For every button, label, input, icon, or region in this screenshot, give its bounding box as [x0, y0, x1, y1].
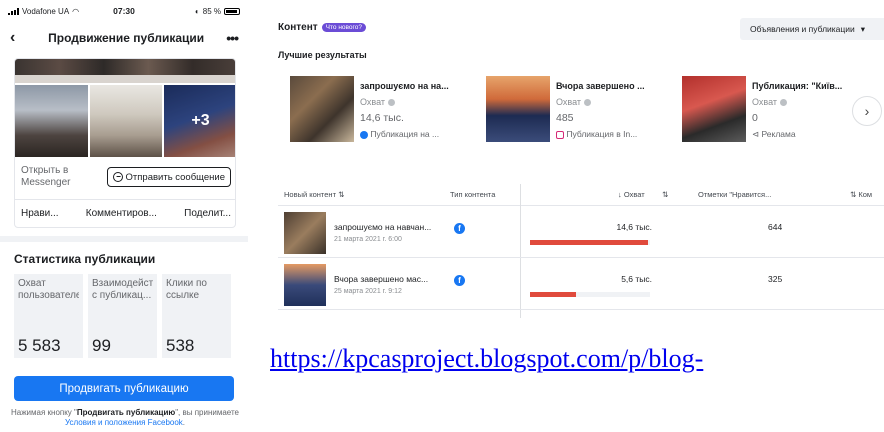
phone-header: ‹ Продвижение публикации •••: [0, 24, 248, 52]
facebook-icon: f: [454, 223, 465, 234]
terms-link[interactable]: Условия и положения Facebook: [65, 418, 183, 427]
col-reach-sort-icon[interactable]: ⇅: [662, 190, 668, 199]
instagram-icon: [556, 130, 564, 139]
facebook-icon: f: [454, 275, 465, 286]
mobile-promote-screen: Vodafone UA ◠ 07:30 ◐ 85 % ‹ Продвижение…: [0, 0, 248, 432]
best-result-source: Реклама: [761, 129, 796, 139]
info-icon: [779, 99, 787, 107]
terms-button-name: Продвигать публикацию: [76, 408, 176, 417]
row-thumbnail: [284, 264, 326, 306]
metric-label: Охват: [752, 97, 778, 107]
whats-new-badge[interactable]: Что нового?: [321, 23, 366, 32]
caret-down-icon: ▾: [860, 23, 866, 34]
dashboard-header: Контент Что нового?: [278, 22, 366, 33]
stat-link-clicks: Клики по ссылке 538: [162, 274, 231, 358]
row-title[interactable]: запрошуємо на навчан...: [334, 222, 444, 232]
best-result-title: Вчора завершено ...: [556, 81, 645, 91]
more-options-icon[interactable]: •••: [226, 30, 239, 46]
best-result-card[interactable]: Вчора завершено ... Охват 485 Публикация…: [476, 76, 656, 144]
stat-engagement: Взаимодействия с публикац... 99: [88, 274, 157, 358]
more-photos-count[interactable]: +3: [164, 85, 235, 157]
post-photo-thumb-2[interactable]: [90, 85, 162, 157]
metric-label: Охват: [360, 97, 386, 107]
best-result-image: [682, 76, 746, 142]
reach-bar-fill: [530, 240, 648, 245]
best-result-image: [486, 76, 550, 142]
table-row[interactable]: запрошуємо на навчан... 21 марта 2021 г.…: [278, 208, 884, 258]
row-date: 25 марта 2021 г. 9:12: [334, 288, 402, 295]
metric-label: Охват: [556, 97, 582, 107]
col-content-type[interactable]: Тип контента: [450, 190, 495, 199]
row-likes: 644: [768, 222, 783, 232]
blog-url-link[interactable]: https://kpcasproject.blogspot.com/p/blog…: [270, 344, 884, 374]
best-result-source: Публикация в In...: [566, 129, 638, 139]
messenger-row: Открыть в Messenger Отправить сообщение: [15, 159, 235, 195]
megaphone-icon: ⊲: [752, 129, 760, 139]
back-arrow-icon[interactable]: ‹: [10, 29, 26, 47]
row-thumbnail: [284, 212, 326, 254]
best-result-value: 14,6 тыс.: [360, 112, 404, 124]
row-date: 21 марта 2021 г. 6:00: [334, 236, 402, 243]
best-result-title: Публикация: "Київ...: [752, 81, 843, 91]
reach-bar-track: [530, 292, 650, 297]
reach-bar-fill: [530, 292, 576, 297]
content-table-header: Новый контент ⇅ Тип контента ↓ Охват ⇅ О…: [278, 184, 884, 206]
chevron-right-icon: ›: [864, 103, 870, 119]
next-results-button[interactable]: ›: [852, 96, 882, 126]
status-time: 07:30: [113, 6, 135, 16]
stat-label: Охват пользователей: [18, 278, 79, 301]
best-result-image: [290, 76, 354, 142]
content-dashboard: Контент Что нового? Объявления и публика…: [270, 0, 884, 318]
page-title: Продвижение публикации: [48, 31, 205, 45]
info-icon: [583, 99, 591, 107]
best-result-value: 0: [752, 112, 758, 124]
row-reach: 14,6 тыс.: [616, 222, 652, 232]
best-results-label: Лучшие результаты: [278, 50, 367, 60]
status-bar: Vodafone UA ◠ 07:30 ◐ 85 %: [0, 0, 248, 22]
post-preview-card: +3 Открыть в Messenger Отправить сообщен…: [14, 58, 236, 228]
post-actions-row: Нрави... Комментиров... Поделит...: [15, 199, 235, 227]
row-title[interactable]: Вчора завершено мас...: [334, 274, 444, 284]
col-new-content[interactable]: Новый контент ⇅: [284, 190, 344, 199]
share-action[interactable]: Поделит...: [184, 208, 231, 219]
post-photo-thumb-1[interactable]: [15, 85, 88, 157]
stat-label: Взаимодействия с публикац...: [92, 278, 153, 301]
ads-and-posts-dropdown[interactable]: Объявления и публикации ▾: [740, 18, 884, 40]
stats-title: Статистика публикации: [14, 252, 156, 266]
best-result-source: Публикация на ...: [370, 129, 440, 139]
stat-value: 5 583: [18, 336, 61, 355]
section-divider: [0, 236, 248, 242]
post-photo-main[interactable]: [15, 59, 235, 83]
open-in-messenger-text: Открыть в Messenger: [21, 165, 71, 188]
stat-value: 99: [92, 336, 111, 355]
table-row[interactable]: Вчора завершено мас... 25 марта 2021 г. …: [278, 260, 884, 310]
info-icon: [387, 99, 395, 107]
battery-icon: [224, 7, 240, 15]
stat-reach: Охват пользователей 5 583: [14, 274, 83, 358]
stat-value: 538: [166, 336, 195, 355]
dashboard-title: Контент: [278, 22, 318, 33]
promote-post-button[interactable]: Продвигать публикацию: [14, 376, 234, 401]
reach-bar-track: [530, 240, 650, 245]
best-result-value: 485: [556, 112, 574, 124]
best-result-title: запрошуємо на на...: [360, 81, 449, 91]
send-message-button[interactable]: Отправить сообщение: [106, 167, 231, 187]
col-likes[interactable]: Отметки "Нравится...: [698, 190, 771, 199]
best-result-card[interactable]: запрошуємо на на... Охват 14,6 тыс. Публ…: [280, 76, 460, 144]
like-action[interactable]: Нрави...: [21, 208, 59, 219]
comment-action[interactable]: Комментиров...: [86, 208, 157, 219]
stat-label: Клики по ссылке: [166, 278, 207, 301]
dropdown-label: Объявления и публикации: [750, 24, 855, 34]
best-result-card[interactable]: Публикация: "Київ... Охват 0 ⊲ Реклама: [672, 76, 852, 144]
col-comments[interactable]: ⇅ Ком: [850, 190, 872, 199]
send-message-label: Отправить сообщение: [125, 171, 225, 183]
row-likes: 325: [768, 274, 783, 284]
messenger-icon: [112, 172, 123, 182]
facebook-icon: [360, 130, 368, 139]
terms-text: Нажимая кнопку "Продвигать публикацию", …: [10, 408, 240, 427]
row-reach: 5,6 тыс.: [621, 274, 652, 284]
col-reach[interactable]: ↓ Охват: [618, 190, 645, 199]
